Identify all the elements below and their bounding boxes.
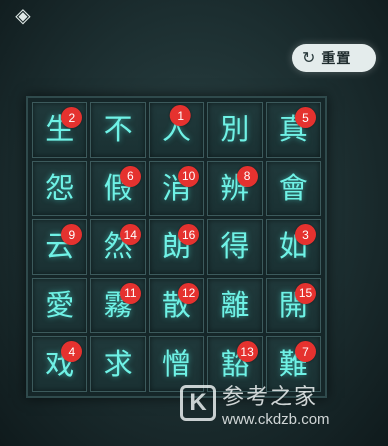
grid-cell[interactable]: 不 — [90, 102, 146, 158]
grid-cell[interactable]: 然 14 — [90, 219, 146, 275]
watermark-name: 参考之家 — [222, 384, 319, 410]
watermark: K 参考之家 www.ckdzb.com — [180, 368, 380, 438]
order-badge: 7 — [295, 341, 316, 363]
grid-cell[interactable]: 霧 11 — [90, 277, 146, 334]
order-badge: 10 — [178, 165, 200, 187]
reset-button[interactable]: ↻ 重置 — [292, 44, 376, 72]
order-badge: 6 — [119, 165, 141, 187]
order-badge: 1 — [170, 105, 192, 126]
cell-character: 愛 — [45, 288, 75, 323]
order-badge: 8 — [236, 165, 258, 187]
order-badge: 16 — [178, 224, 200, 246]
watermark-url: www.ckdzb.com — [222, 410, 330, 428]
cell-character: 別 — [220, 112, 250, 147]
watermark-logo: K — [180, 385, 216, 421]
grid-cell[interactable]: 散 12 — [148, 277, 205, 334]
grid-cell[interactable]: 云9 — [32, 219, 88, 275]
order-badge: 2 — [61, 107, 83, 128]
grid-cell[interactable]: 會 — [265, 160, 321, 217]
grid-cell[interactable]: 得 — [207, 219, 263, 275]
cell-character: 離 — [220, 288, 250, 323]
grid-cell[interactable]: 假6 — [90, 160, 146, 217]
order-badge: 13 — [236, 341, 258, 363]
grid-cell[interactable]: 朗 16 — [148, 219, 205, 275]
grid-cell[interactable]: 離 — [207, 277, 263, 334]
grid-cell[interactable]: 開 15 — [265, 277, 321, 334]
grid-cell[interactable]: 戏4 — [32, 336, 88, 392]
grid-cell[interactable]: 如3 — [265, 219, 321, 275]
grid-cell[interactable]: 人1 — [148, 102, 205, 158]
cell-character: 得 — [220, 229, 250, 264]
order-badge: 11 — [119, 282, 141, 304]
back-button[interactable]: ◈ — [6, 4, 40, 26]
grid-cell[interactable]: 辨8 — [207, 160, 263, 217]
grid-cell[interactable]: 怨 — [32, 160, 88, 217]
refresh-icon: ↻ — [302, 48, 316, 67]
order-badge: 3 — [295, 224, 316, 246]
order-badge: 14 — [119, 224, 141, 246]
cell-character: 求 — [103, 346, 133, 381]
grid-cell[interactable]: 生2 — [32, 102, 88, 158]
cell-character: 不 — [103, 112, 133, 147]
cell-character: 會 — [278, 170, 308, 205]
cell-character: 怨 — [45, 170, 75, 205]
grid-cell[interactable]: 消 10 — [148, 160, 205, 217]
grid-cell[interactable]: 愛 — [32, 277, 88, 334]
grid-cell[interactable]: 真5 — [265, 102, 321, 158]
puzzle-board: 生 2 不人 1 別真 5 怨假 6 消 10 辨 8 會云 9 然 14 朗 16 得如 3 愛霧 11 散 12 離開 15 戏… — [26, 96, 327, 398]
reset-label: 重置 — [321, 51, 352, 67]
character-grid: 生 2 不人 1 別真 5 怨假 6 消 10 辨 8 會云 9 然 14 朗 16 得如 3 愛霧 11 散 12 離開 15 戏… — [32, 102, 321, 392]
grid-cell[interactable]: 別 — [207, 102, 263, 158]
order-badge: 5 — [295, 107, 316, 128]
order-badge: 15 — [295, 282, 316, 304]
back-diamond-icon: ◈ — [15, 3, 31, 27]
order-badge: 12 — [178, 282, 200, 304]
grid-cell[interactable]: 求 — [90, 336, 146, 392]
order-badge: 9 — [61, 224, 83, 246]
order-badge: 4 — [61, 341, 83, 363]
